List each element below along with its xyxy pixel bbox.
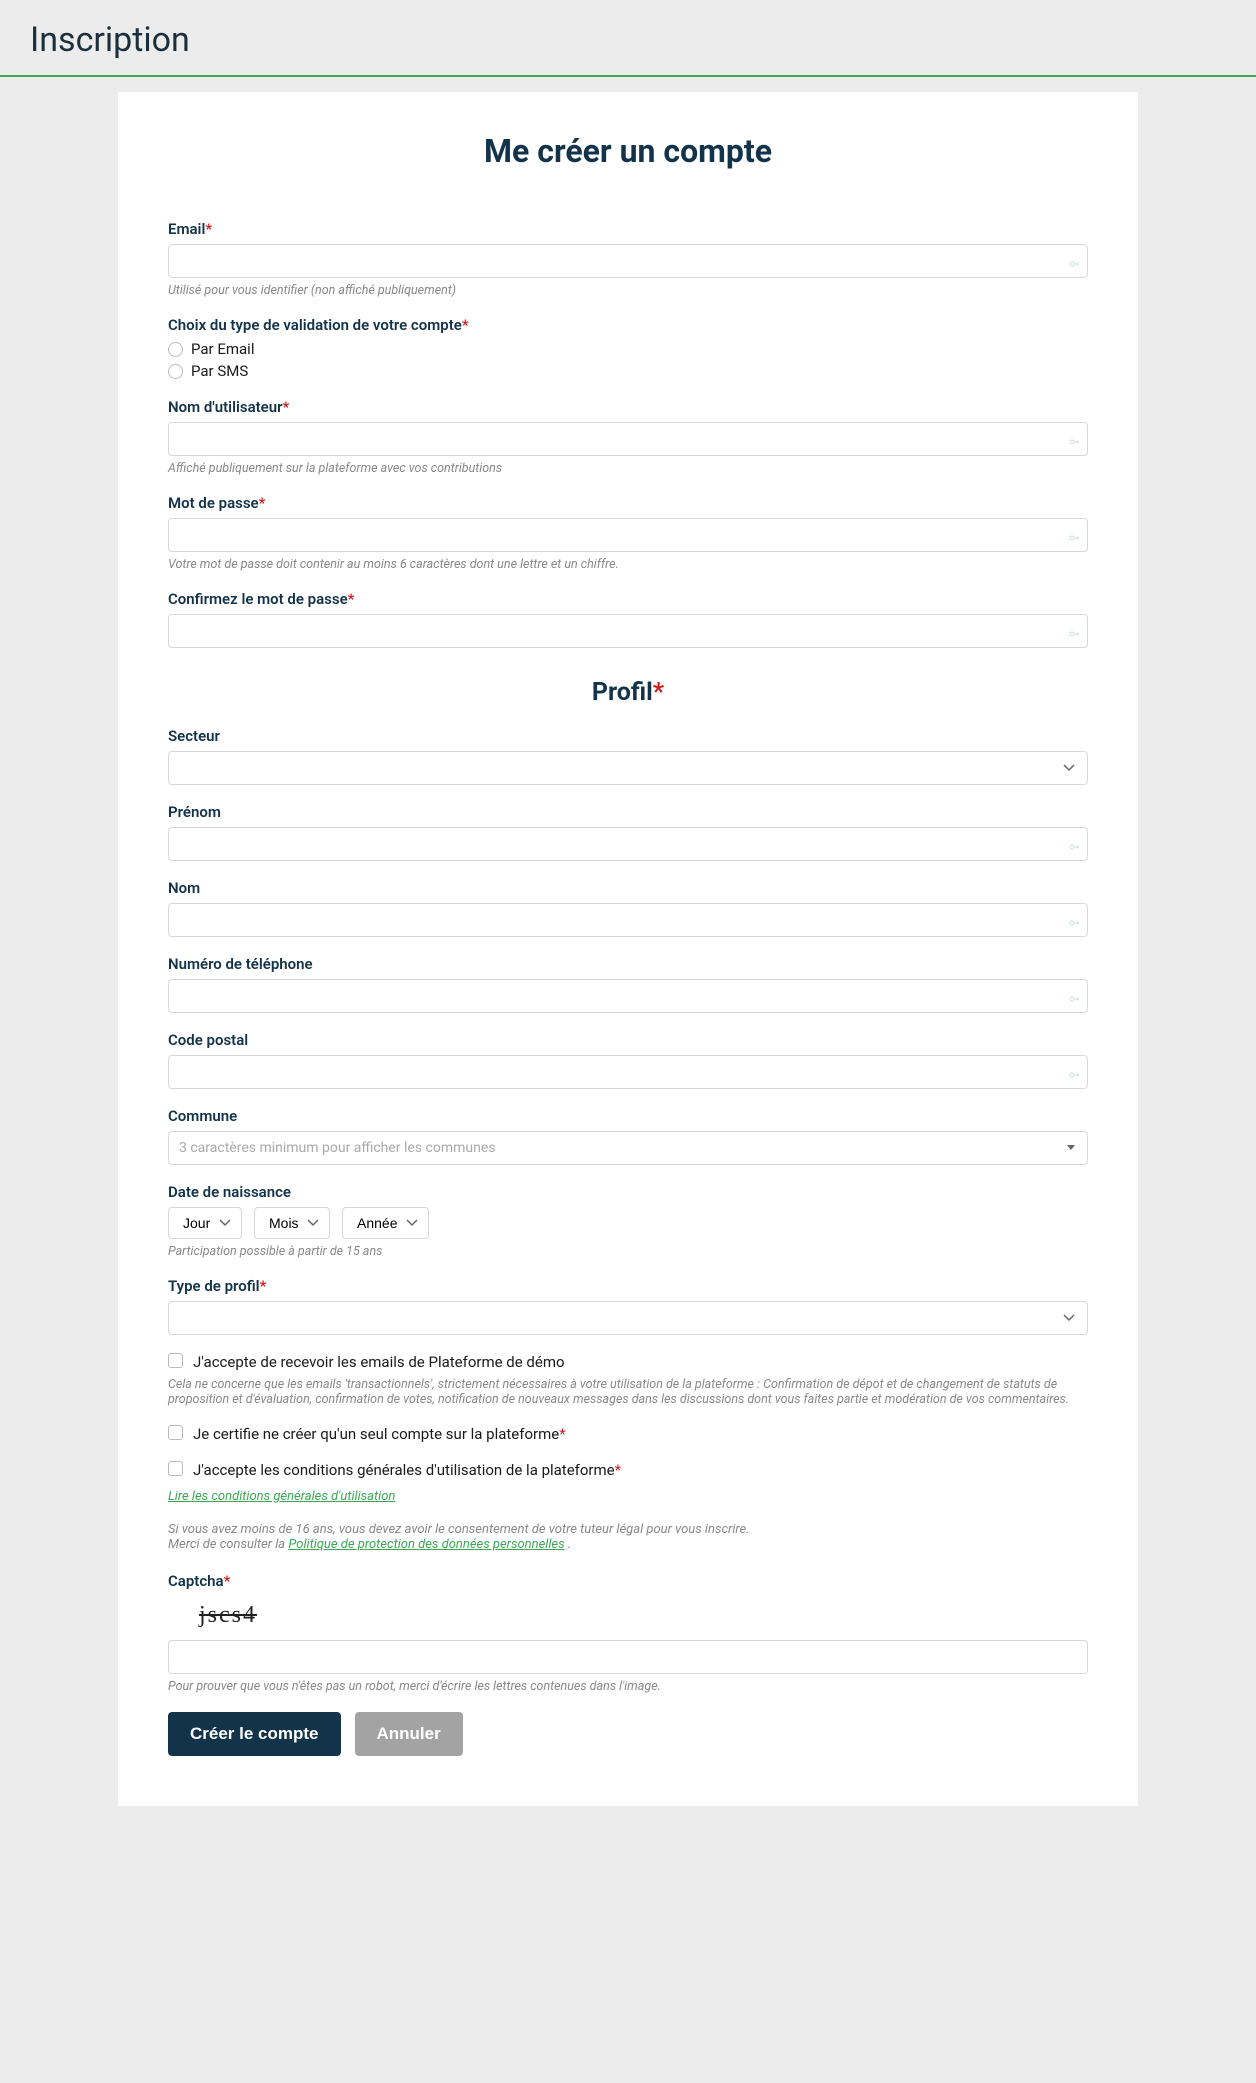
password-input[interactable]: [168, 518, 1088, 552]
email-label: Email*: [168, 220, 1088, 238]
emails-consent-help: Cela ne concerne que les emails 'transac…: [168, 1377, 1088, 1407]
cgu-checkbox[interactable]: J'accepte les conditions générales d'uti…: [168, 1461, 1088, 1479]
registration-card: Me créer un compte Email* Utilisé pour v…: [118, 92, 1138, 1806]
dob-help: Participation possible à partir de 15 an…: [168, 1244, 1088, 1259]
commune-select[interactable]: 3 caractères minimum pour afficher les c…: [168, 1131, 1088, 1165]
sector-label: Secteur: [168, 727, 1088, 745]
single-account-checkbox[interactable]: Je certifie ne créer qu'un seul compte s…: [168, 1425, 1088, 1443]
key-icon: [1068, 625, 1080, 637]
cancel-button[interactable]: Annuler: [355, 1712, 463, 1756]
lastname-label: Nom: [168, 879, 1088, 897]
dob-month-select[interactable]: Mois: [254, 1207, 330, 1239]
page-title: Inscription: [30, 20, 1226, 60]
captcha-label: Captcha*: [168, 1572, 1088, 1590]
key-icon: [1068, 255, 1080, 267]
radio-icon: [168, 342, 183, 357]
zip-input[interactable]: [168, 1055, 1088, 1089]
privacy-policy-link[interactable]: Politique de protection des données pers…: [288, 1537, 564, 1552]
page-header: Inscription: [0, 0, 1256, 77]
sector-select[interactable]: [168, 751, 1088, 785]
firstname-input[interactable]: [168, 827, 1088, 861]
zip-label: Code postal: [168, 1031, 1088, 1049]
minor-consent-note: Si vous avez moins de 16 ans, vous devez…: [168, 1522, 1088, 1552]
checkbox-label: J'accepte les conditions générales d'uti…: [193, 1461, 621, 1479]
key-icon: [1068, 990, 1080, 1002]
dob-day-select[interactable]: Jour: [168, 1207, 242, 1239]
password-confirm-label: Confirmez le mot de passe*: [168, 590, 1088, 608]
radio-icon: [168, 364, 183, 379]
checkbox-label: J'accepte de recevoir les emails de Plat…: [193, 1353, 565, 1371]
card-title: Me créer un compte: [168, 132, 1088, 170]
create-account-button[interactable]: Créer le compte: [168, 1712, 341, 1756]
key-icon: [1068, 1066, 1080, 1078]
password-confirm-input[interactable]: [168, 614, 1088, 648]
checkbox-icon: [168, 1353, 183, 1368]
validation-radio-sms[interactable]: Par SMS: [168, 362, 1088, 380]
dob-label: Date de naissance: [168, 1183, 1088, 1201]
lastname-input[interactable]: [168, 903, 1088, 937]
password-label: Mot de passe*: [168, 494, 1088, 512]
profile-type-select[interactable]: [168, 1301, 1088, 1335]
firstname-label: Prénom: [168, 803, 1088, 821]
email-input[interactable]: [168, 244, 1088, 278]
username-help: Affiché publiquement sur la plateforme a…: [168, 461, 1088, 476]
username-input[interactable]: [168, 422, 1088, 456]
commune-label: Commune: [168, 1107, 1088, 1125]
key-icon: [1068, 914, 1080, 926]
captcha-help: Pour prouver que vous n'êtes pas un robo…: [168, 1679, 1088, 1694]
key-icon: [1068, 838, 1080, 850]
phone-input[interactable]: [168, 979, 1088, 1013]
validation-radio-email[interactable]: Par Email: [168, 340, 1088, 358]
key-icon: [1068, 529, 1080, 541]
checkbox-icon: [168, 1461, 183, 1476]
profile-heading: Profil*: [168, 678, 1088, 707]
radio-label: Par Email: [191, 340, 254, 358]
profile-type-label: Type de profil*: [168, 1277, 1088, 1295]
captcha-input[interactable]: [168, 1640, 1088, 1674]
password-help: Votre mot de passe doit contenir au moin…: [168, 557, 1088, 572]
emails-consent-checkbox[interactable]: J'accepte de recevoir les emails de Plat…: [168, 1353, 1088, 1371]
validation-label: Choix du type de validation de votre com…: [168, 316, 1088, 334]
checkbox-icon: [168, 1425, 183, 1440]
email-help: Utilisé pour vous identifier (non affich…: [168, 283, 1088, 298]
radio-label: Par SMS: [191, 362, 248, 380]
phone-label: Numéro de téléphone: [168, 955, 1088, 973]
cgu-link[interactable]: Lire les conditions générales d'utilisat…: [168, 1489, 395, 1504]
dob-year-select[interactable]: Année: [342, 1207, 429, 1239]
captcha-image: jscs4: [168, 1596, 288, 1634]
username-label: Nom d'utilisateur*: [168, 398, 1088, 416]
key-icon: [1068, 433, 1080, 445]
checkbox-label: Je certifie ne créer qu'un seul compte s…: [193, 1425, 566, 1443]
